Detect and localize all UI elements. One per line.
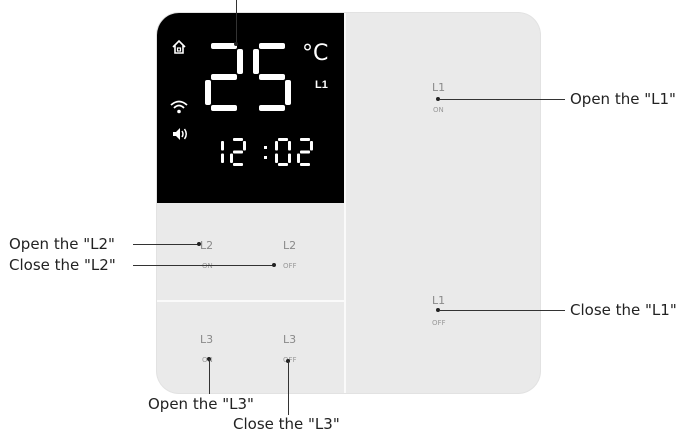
digit-segment (259, 43, 285, 49)
digit-segment (205, 80, 211, 105)
clock-colon-bottom (264, 156, 267, 159)
close-l2-dot (272, 263, 276, 267)
key-l2-off-state: OFF (283, 262, 297, 270)
digit-segment (297, 153, 300, 163)
divider-vertical (344, 13, 346, 393)
digit-segment (278, 163, 288, 166)
close-l1-callout: Close the "L1" (570, 301, 677, 319)
temperature-leader-line (236, 0, 237, 43)
digit-segment (211, 74, 237, 80)
digit-segment (230, 153, 233, 163)
clock-value (221, 138, 313, 166)
digit-segment (275, 153, 278, 163)
key-l1-off-name: L1 (432, 294, 446, 307)
digit-segment (233, 163, 243, 166)
digit-segment (243, 141, 246, 151)
key-l2-off-name: L2 (283, 239, 297, 252)
digit-segment (285, 80, 291, 105)
digit-segment (211, 105, 237, 111)
open-l2-line (133, 244, 198, 245)
key-l1-on-name: L1 (432, 81, 446, 94)
open-l1-line (439, 99, 565, 100)
digit-segment (300, 150, 310, 154)
digit-segment (310, 141, 313, 151)
key-l2-on-name: L2 (200, 239, 214, 252)
open-l1-callout: Open the "L1" (570, 90, 676, 108)
temperature-leader-dot (234, 42, 238, 46)
digit-segment (275, 141, 278, 151)
key-l2-on-state: ON (202, 262, 213, 270)
zone-tag: L1 (315, 79, 328, 91)
digit-segment (288, 153, 291, 163)
open-l2-callout: Open the "L2" (9, 235, 115, 253)
open-l3-line (209, 359, 210, 394)
digit-segment (233, 150, 243, 154)
key-l1-on-state: ON (433, 106, 444, 114)
close-l2-line (133, 265, 274, 266)
close-l2-callout: Close the "L2" (9, 256, 116, 274)
digit-segment (259, 74, 285, 80)
close-l3-line (288, 361, 289, 415)
open-l3-callout: Open the "L3" (148, 395, 254, 413)
divider-horizontal (157, 300, 344, 302)
temperature-value (205, 43, 291, 111)
digit-segment (253, 49, 259, 74)
open-l2-dot (197, 242, 201, 246)
thermostat-panel: °C L1 L1 ON L1 OFF L2 ON L2 OFF L3 ON L3… (157, 13, 540, 393)
clock-colon-top (264, 146, 267, 149)
digit-segment (300, 138, 310, 141)
digit-segment (233, 138, 243, 141)
digit-segment (221, 153, 224, 163)
close-l3-callout: Close the "L3" (233, 415, 340, 433)
close-l1-line (439, 310, 565, 311)
key-l1-off-state: OFF (432, 319, 446, 327)
digit-segment (237, 49, 243, 74)
lcd-display: °C L1 (157, 13, 344, 203)
digit-segment (278, 138, 288, 141)
digit-segment (259, 105, 285, 111)
digit-segment (221, 141, 224, 151)
key-l3-on-name: L3 (200, 333, 214, 346)
digit-segment (288, 141, 291, 151)
temperature-unit: °C (302, 41, 329, 66)
key-l3-off-name: L3 (283, 333, 297, 346)
digit-segment (300, 163, 310, 166)
